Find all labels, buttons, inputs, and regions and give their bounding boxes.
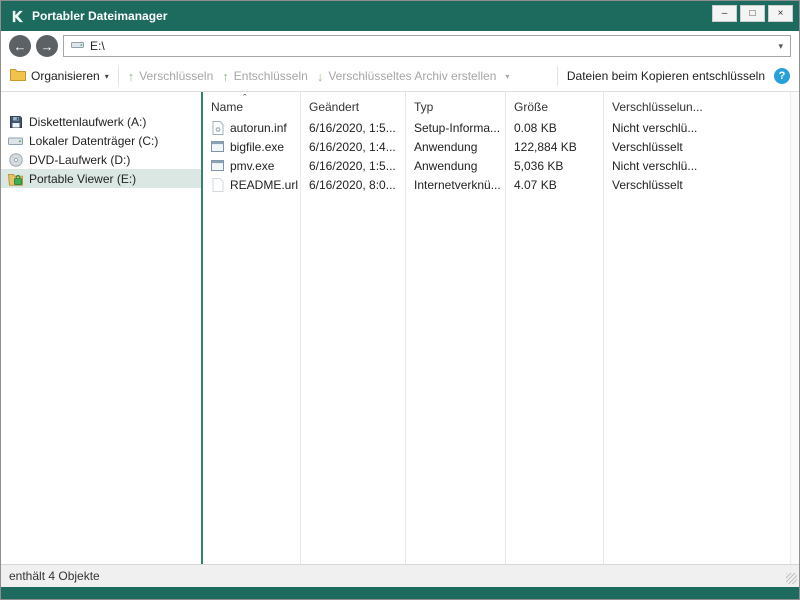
column-headers: ˆ Name Geändert Typ Größe Verschlüsselun… — [203, 96, 799, 118]
column-separator — [405, 92, 406, 564]
file-encryption: Nicht verschlü... — [603, 159, 799, 173]
create-encrypted-archive-button[interactable]: ↓ Verschlüsseltes Archiv erstellen — [317, 69, 497, 84]
file-type: Internetverknü... — [405, 178, 505, 192]
sidebar-item-label: Diskettenlaufwerk (A:) — [29, 115, 146, 129]
application-icon — [211, 160, 224, 171]
column-separator — [603, 92, 604, 564]
dvd-icon — [8, 153, 23, 167]
file-type: Anwendung — [405, 140, 505, 154]
toolbar: Organisieren ▾ ↑ Verschlüsseln ↑ Entschl… — [1, 61, 799, 92]
sidebar-item-drive-e[interactable]: Portable Viewer (E:) — [1, 169, 201, 188]
application-icon — [211, 141, 224, 152]
toolbar-separator — [557, 66, 558, 86]
chevron-down-icon: ▾ — [505, 72, 509, 81]
file-encryption: Nicht verschlü... — [603, 121, 799, 135]
hard-drive-icon — [8, 135, 23, 147]
file-modified: 6/16/2020, 1:4... — [300, 140, 405, 154]
window-controls: – □ × — [712, 1, 799, 22]
file-size: 122,884 KB — [505, 140, 603, 154]
create-archive-label: Verschlüsseltes Archiv erstellen — [328, 69, 496, 83]
file-size: 5,036 KB — [505, 159, 603, 173]
lock-folder-icon — [8, 172, 23, 186]
file-encryption: Verschlüsselt — [603, 140, 799, 154]
column-separator — [300, 92, 301, 564]
sort-ascending-icon: ˆ — [243, 93, 247, 105]
sidebar-item-label: Portable Viewer (E:) — [29, 172, 136, 186]
forward-button[interactable]: → — [36, 35, 58, 57]
chevron-down-icon: ▾ — [105, 72, 109, 81]
file-row-pmv[interactable]: pmv.exe 6/16/2020, 1:5... Anwendung 5,03… — [203, 156, 799, 175]
help-icon[interactable]: ? — [774, 68, 790, 84]
toolbar-more-button[interactable]: ▾ — [505, 72, 509, 81]
window-title: Portabler Dateimanager — [32, 9, 167, 23]
decrypt-label: Entschlüsseln — [234, 69, 308, 83]
toolbar-separator — [118, 66, 119, 86]
url-file-icon — [211, 178, 224, 192]
decrypt-button[interactable]: ↑ Entschlüsseln — [222, 69, 308, 84]
drive-icon — [71, 39, 84, 53]
address-field[interactable]: E:\ ▾ — [63, 35, 791, 57]
column-header-encryption[interactable]: Verschlüsselun... — [603, 100, 799, 114]
address-dropdown-icon[interactable]: ▾ — [778, 41, 783, 52]
file-type: Setup-Informa... — [405, 121, 505, 135]
file-encryption: Verschlüsselt — [603, 178, 799, 192]
back-button[interactable]: ← — [9, 35, 31, 57]
file-size: 0.08 KB — [505, 121, 603, 135]
column-separator — [505, 92, 506, 564]
app-window: Portabler Dateimanager – □ × ← → E:\ ▾ O… — [0, 0, 800, 600]
file-name: pmv.exe — [230, 159, 274, 173]
file-list: ˆ Name Geändert Typ Größe Verschlüsselun… — [203, 92, 799, 564]
column-header-size[interactable]: Größe — [505, 100, 603, 114]
toolbar-right-group: Dateien beim Kopieren entschlüsseln ? — [557, 66, 790, 86]
folder-icon — [10, 68, 26, 84]
file-type: Anwendung — [405, 159, 505, 173]
file-name: README.url — [230, 178, 298, 192]
file-row-readme[interactable]: README.url 6/16/2020, 8:0... Internetver… — [203, 175, 799, 194]
address-bar: ← → E:\ ▾ — [1, 31, 799, 61]
organize-label: Organisieren — [31, 69, 100, 83]
sidebar-item-drive-c[interactable]: Lokaler Datenträger (C:) — [1, 131, 201, 150]
file-name: bigfile.exe — [230, 140, 284, 154]
status-text: enthält 4 Objekte — [9, 569, 100, 583]
column-header-name[interactable]: ˆ Name — [203, 100, 300, 114]
sidebar-item-drive-a[interactable]: Diskettenlaufwerk (A:) — [1, 112, 201, 131]
organize-button[interactable]: Organisieren ▾ — [10, 68, 109, 84]
vertical-scrollbar[interactable] — [790, 92, 799, 564]
sidebar: Diskettenlaufwerk (A:) Lokaler Datenträg… — [1, 92, 201, 564]
file-modified: 6/16/2020, 8:0... — [300, 178, 405, 192]
status-bar: enthält 4 Objekte — [1, 564, 799, 587]
floppy-icon — [8, 115, 23, 129]
close-button[interactable]: × — [768, 5, 793, 22]
brand-strip — [1, 587, 799, 599]
title-bar[interactable]: Portabler Dateimanager – □ × — [1, 1, 799, 31]
file-modified: 6/16/2020, 1:5... — [300, 159, 405, 173]
decrypt-arrow-icon: ↑ — [222, 69, 229, 84]
setup-file-icon — [211, 121, 224, 135]
encrypt-label: Verschlüsseln — [139, 69, 213, 83]
address-path: E:\ — [90, 39, 105, 53]
content-area: Diskettenlaufwerk (A:) Lokaler Datenträg… — [1, 92, 799, 564]
column-header-type[interactable]: Typ — [405, 100, 505, 114]
resize-grip[interactable] — [786, 573, 797, 584]
archive-arrow-icon: ↓ — [317, 69, 324, 84]
sidebar-item-label: DVD-Laufwerk (D:) — [29, 153, 130, 167]
encrypt-button[interactable]: ↑ Verschlüsseln — [128, 69, 214, 84]
minimize-button[interactable]: – — [712, 5, 737, 22]
column-header-modified[interactable]: Geändert — [300, 100, 405, 114]
sidebar-item-label: Lokaler Datenträger (C:) — [29, 134, 158, 148]
decrypt-on-copy-option[interactable]: Dateien beim Kopieren entschlüsseln — [567, 69, 765, 83]
file-size: 4.07 KB — [505, 178, 603, 192]
encrypt-arrow-icon: ↑ — [128, 69, 135, 84]
sidebar-item-drive-d[interactable]: DVD-Laufwerk (D:) — [1, 150, 201, 169]
file-name: autorun.inf — [230, 121, 287, 135]
file-modified: 6/16/2020, 1:5... — [300, 121, 405, 135]
file-row-bigfile[interactable]: bigfile.exe 6/16/2020, 1:4... Anwendung … — [203, 137, 799, 156]
file-row-autorun[interactable]: autorun.inf 6/16/2020, 1:5... Setup-Info… — [203, 118, 799, 137]
kaspersky-logo-icon — [10, 9, 25, 24]
maximize-button[interactable]: □ — [740, 5, 765, 22]
